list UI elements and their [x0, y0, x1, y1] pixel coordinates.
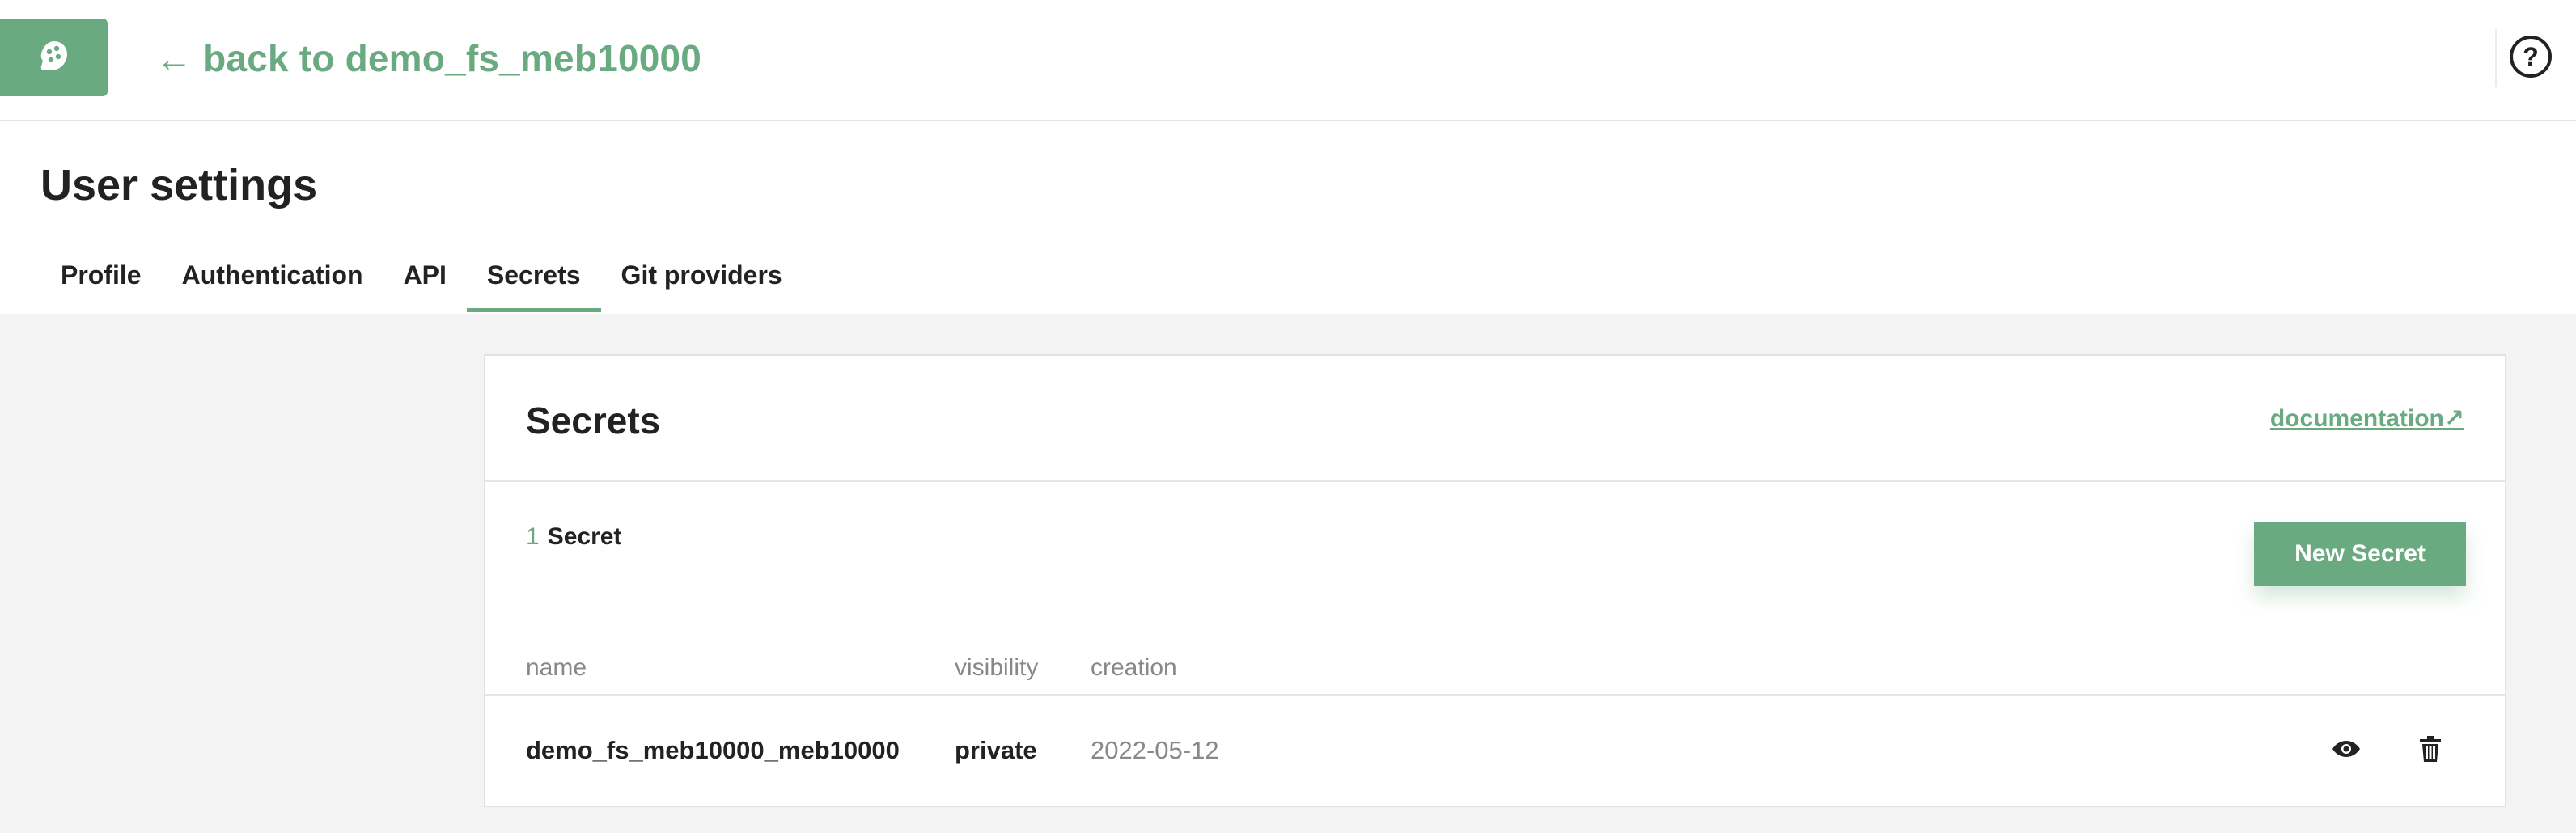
view-secret-button[interactable] — [2330, 734, 2362, 767]
hop-logo-icon — [37, 39, 71, 77]
eye-icon — [2332, 739, 2361, 763]
tab-api[interactable]: API — [383, 243, 467, 312]
secret-visibility: private — [955, 736, 1037, 764]
help-circle-icon: ? — [2523, 41, 2539, 71]
home-logo-button[interactable] — [0, 19, 108, 96]
card-header: Secrets documentation↗ — [485, 356, 2505, 482]
secret-creation-date: 2022-05-12 — [1091, 736, 1219, 764]
trash-icon — [2419, 735, 2442, 767]
tab-profile[interactable]: Profile — [40, 243, 162, 312]
new-secret-button[interactable]: New Secret — [2254, 522, 2466, 586]
settings-header: User settings Profile Authentication API… — [0, 121, 2576, 314]
secret-count-label: Secret — [547, 523, 622, 550]
delete-secret-button[interactable] — [2414, 734, 2447, 767]
secret-name: demo_fs_meb10000_meb10000 — [526, 736, 900, 764]
column-header-visibility[interactable]: visibility — [955, 652, 1038, 684]
card-title: Secrets — [526, 400, 661, 442]
tab-git-providers[interactable]: Git providers — [601, 243, 803, 312]
secrets-card: Secrets documentation↗ 1 Secret New Secre… — [484, 354, 2506, 807]
toolbar-divider — [2495, 29, 2497, 87]
page-title: User settings — [40, 161, 318, 209]
tab-secrets[interactable]: Secrets — [466, 243, 601, 312]
top-bar: ← back to demo_fs_meb10000 ? — [0, 0, 2576, 121]
table-row: demo_fs_meb10000_meb10000 private 2022-0… — [485, 696, 2505, 806]
settings-tabs: Profile Authentication API Secrets Git p… — [40, 243, 803, 314]
secret-count-number: 1 — [526, 523, 540, 550]
column-header-creation[interactable]: creation — [1091, 652, 1177, 684]
help-button[interactable]: ? — [2510, 36, 2552, 78]
tab-authentication[interactable]: Authentication — [162, 243, 383, 312]
back-to-project-link[interactable]: ← back to demo_fs_meb10000 — [155, 32, 701, 84]
secret-count: 1 Secret — [526, 521, 621, 553]
column-header-name[interactable]: name — [526, 652, 587, 684]
documentation-link[interactable]: documentation↗ — [2270, 401, 2464, 437]
table-header: name visibility creation — [485, 649, 2505, 696]
